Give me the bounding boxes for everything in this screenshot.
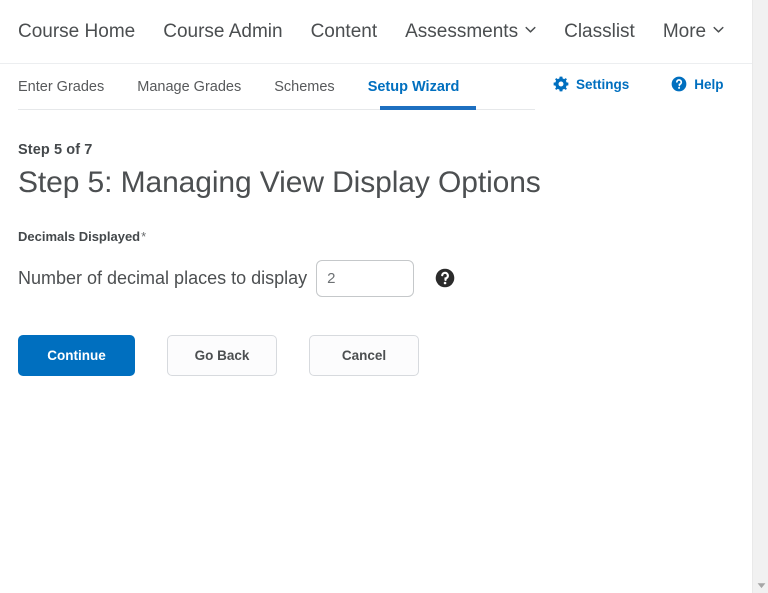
- nav-item-label: Course Admin: [163, 21, 283, 42]
- nav-item-content[interactable]: Content: [311, 22, 378, 41]
- field-group-legend-text: Decimals Displayed: [18, 228, 141, 244]
- nav-item-more[interactable]: More: [663, 22, 724, 41]
- nav-item-label: Assessments: [405, 21, 519, 42]
- go-back-button[interactable]: Go Back: [167, 334, 277, 376]
- main-content: Step 5 of 7 Step 5: Managing View Displa…: [0, 120, 752, 376]
- primary-navbar: Course Home Course Admin Content Assessm…: [0, 0, 752, 64]
- tab-label: Manage Grades: [137, 79, 242, 95]
- tab-setup-wizard[interactable]: Setup Wizard: [368, 64, 460, 110]
- help-label: Help: [694, 76, 724, 92]
- tab-schemes[interactable]: Schemes: [274, 64, 334, 110]
- tool-links-group: Settings Help: [553, 76, 724, 92]
- help-circle-icon[interactable]: [435, 268, 455, 288]
- field-group-legend: Decimals Displayed*: [18, 229, 752, 244]
- nav-item-label: Content: [310, 21, 378, 42]
- nav-item-label: More: [662, 21, 707, 42]
- nav-item-label: Course Home: [18, 21, 136, 42]
- gear-icon: [553, 76, 569, 92]
- scroll-down-arrow-icon[interactable]: [753, 577, 768, 593]
- help-button[interactable]: Help: [671, 76, 724, 92]
- nav-item-label: Classlist: [564, 21, 635, 42]
- chevron-down-icon: [525, 24, 536, 35]
- vertical-scrollbar[interactable]: [752, 0, 768, 593]
- page-root: Course Home Course Admin Content Assessm…: [0, 0, 768, 593]
- required-marker: *: [141, 228, 147, 244]
- decimals-input[interactable]: [316, 259, 415, 297]
- tab-active-indicator: [380, 106, 476, 110]
- step-indicator: Step 5 of 7: [18, 142, 93, 158]
- chevron-down-icon: [713, 24, 724, 35]
- secondary-tabbar: Enter Grades Manage Grades Schemes Setup…: [0, 64, 752, 120]
- settings-label: Settings: [576, 76, 630, 92]
- nav-item-course-admin[interactable]: Course Admin: [163, 22, 282, 41]
- decimals-field-label: Number of decimal places to display: [18, 267, 308, 288]
- cancel-button[interactable]: Cancel: [309, 334, 419, 376]
- page-title: Step 5: Managing View Display Options: [18, 166, 541, 199]
- nav-item-course-home[interactable]: Course Home: [18, 22, 135, 41]
- page-viewport: Course Home Course Admin Content Assessm…: [0, 0, 752, 593]
- decimals-field-row: Number of decimal places to display: [18, 259, 752, 297]
- form-actions: Continue Go Back Cancel: [18, 334, 752, 376]
- tab-label: Setup Wizard: [367, 79, 460, 95]
- tab-enter-grades[interactable]: Enter Grades: [18, 64, 104, 110]
- tab-label: Enter Grades: [18, 79, 105, 95]
- tab-manage-grades[interactable]: Manage Grades: [137, 64, 241, 110]
- nav-item-assessments[interactable]: Assessments: [405, 22, 536, 41]
- continue-button[interactable]: Continue: [18, 334, 135, 376]
- nav-item-classlist[interactable]: Classlist: [564, 22, 635, 41]
- settings-button[interactable]: Settings: [553, 76, 629, 92]
- tab-label: Schemes: [274, 79, 335, 95]
- question-circle-icon: [671, 76, 687, 92]
